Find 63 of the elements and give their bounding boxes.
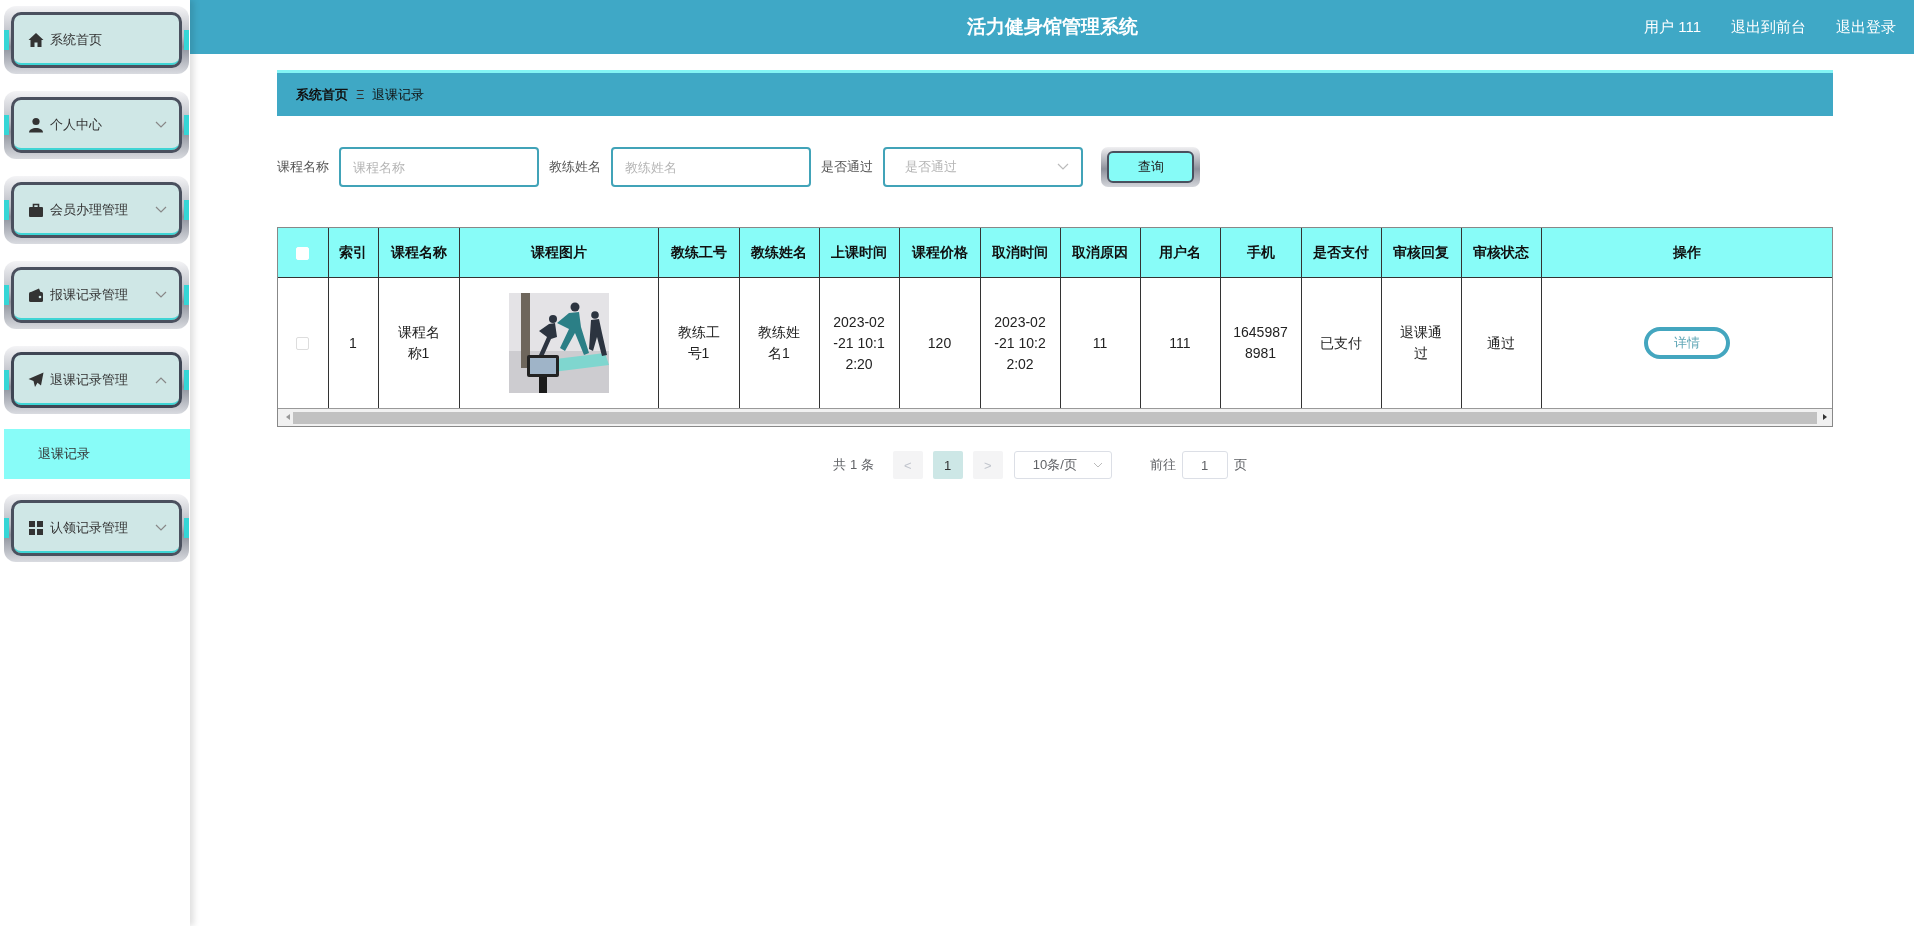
table-cell-text: 通过 — [1487, 333, 1515, 353]
user-label: 用户 111 — [1644, 17, 1701, 37]
table-cell-text: 16459878981 — [1233, 323, 1288, 363]
table-cell-text: 11 — [1092, 333, 1108, 353]
breadcrumb-separator: Ξ — [356, 87, 365, 102]
table-cell-text: 2023-02-21 10:22:02 — [993, 312, 1047, 374]
table-cell-text: 课程名称1 — [396, 323, 441, 363]
paper-plane-icon — [28, 372, 44, 388]
column-header: 取消原因 — [1060, 228, 1140, 278]
column-header: 是否支付 — [1301, 228, 1381, 278]
grid-icon — [28, 520, 44, 536]
app-title: 活力健身馆管理系统 — [966, 15, 1138, 39]
page-suffix: 页 — [1233, 456, 1247, 474]
filter-label: 课程名称 — [277, 158, 329, 176]
column-header: 课程名称 — [378, 228, 459, 278]
search-button[interactable]: 查询 — [1101, 147, 1200, 187]
input-field[interactable]: 教练姓名 — [611, 147, 811, 187]
column-header: 教练工号 — [658, 228, 739, 278]
home-icon — [28, 32, 44, 48]
sidebar-menu-item[interactable]: 会员办理管理 — [4, 176, 189, 244]
table-cell-text: 2023-02-21 10:12:20 — [832, 312, 886, 374]
table-cell-text: 1 — [349, 333, 357, 353]
sidebar-menu-item[interactable]: 报课记录管理 — [4, 261, 189, 329]
row-checkbox[interactable] — [296, 337, 310, 351]
submenu-item[interactable]: 退课记录 — [4, 429, 190, 479]
sidebar-menu-item[interactable]: 认领记录管理 — [4, 494, 189, 562]
column-header: 课程价格 — [899, 228, 980, 278]
sidebar-menu-item[interactable]: 系统首页 — [4, 6, 189, 74]
chevron-down-icon — [1057, 163, 1069, 171]
wallet-icon — [28, 287, 44, 303]
sidebar-menu-item[interactable]: 个人中心 — [4, 91, 189, 159]
briefcase-icon — [28, 202, 44, 218]
sidebar-menu-item[interactable]: 退课记录管理 — [4, 346, 189, 414]
total-count: 共 1 条 — [833, 456, 874, 474]
table-cell-text: 已支付 — [1320, 333, 1362, 353]
column-header: 取消时间 — [980, 228, 1060, 278]
person-icon — [28, 117, 44, 133]
column-header: 审核回复 — [1381, 228, 1461, 278]
page-number-input[interactable]: 1 — [1181, 451, 1228, 479]
table-cell-text: 111 — [1169, 333, 1191, 353]
horizontal-scrollbar[interactable] — [278, 408, 1832, 426]
column-header: 手机 — [1220, 228, 1301, 278]
table-cell-text: 教练姓名1 — [757, 323, 801, 363]
breadcrumb-link[interactable]: 系统首页 — [296, 85, 348, 104]
column-header: 审核状态 — [1461, 228, 1541, 278]
column-header: 上课时间 — [819, 228, 899, 278]
column-header: 索引 — [328, 228, 378, 278]
column-header: 教练姓名 — [739, 228, 819, 278]
column-header: 操作 — [1541, 228, 1832, 278]
page-button[interactable]: 1 — [932, 451, 963, 479]
goto-label: 前往 — [1149, 456, 1176, 474]
page-size-select[interactable]: 10条/页 — [1013, 451, 1112, 479]
table-cell-text: 教练工号1 — [676, 323, 721, 363]
select-all-checkbox[interactable] — [296, 247, 310, 261]
column-header: 课程图片 — [459, 228, 658, 278]
filter-label: 是否通过 — [821, 158, 873, 176]
breadcrumb-link[interactable]: 退课记录 — [372, 85, 425, 104]
table-cell-text: 退课通过 — [1399, 323, 1443, 363]
input-field[interactable]: 课程名称 — [339, 147, 539, 187]
table-cell-text: 120 — [927, 333, 952, 353]
chevron-down-icon — [1092, 462, 1103, 468]
filter-label: 教练姓名 — [549, 158, 601, 176]
column-header: 用户名 — [1140, 228, 1220, 278]
